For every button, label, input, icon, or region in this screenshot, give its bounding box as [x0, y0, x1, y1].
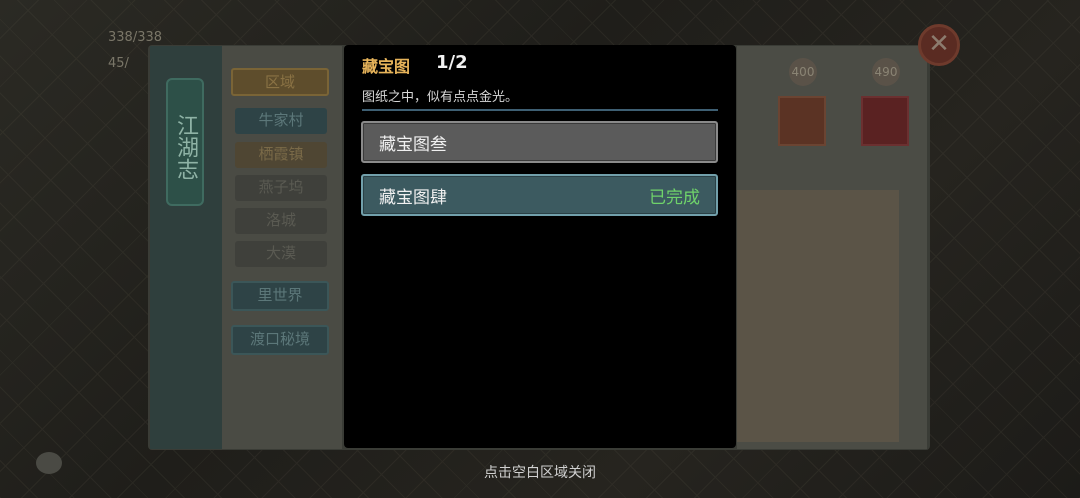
region-map	[737, 190, 899, 442]
dialog-divider	[362, 109, 718, 111]
hp-readout: 338/338	[108, 30, 163, 45]
entry-label: 藏宝图肆	[379, 187, 447, 208]
score-badge-1: 400	[789, 58, 817, 86]
region-header: 区域	[231, 68, 329, 96]
dialog-progress-count: 1/2	[436, 52, 468, 73]
dialog-description: 图纸之中，似有点点金光。	[362, 90, 519, 105]
region-item-damo[interactable]: 大漠	[235, 241, 327, 267]
region-item-qixiazhen[interactable]: 栖霞镇	[235, 142, 327, 168]
region-item-luocheng[interactable]: 洛城	[235, 208, 327, 234]
reward-card-check-icon[interactable]	[778, 96, 826, 146]
treasure-map-entry-4[interactable]: 藏宝图肆 已完成	[361, 174, 718, 216]
treasure-map-entry-3[interactable]: 藏宝图叁	[361, 121, 718, 163]
entry-label: 藏宝图叁	[379, 134, 447, 155]
region-item-yanziwu[interactable]: 燕子坞	[235, 175, 327, 201]
inner-world-button[interactable]: 里世界	[231, 281, 329, 311]
treasure-map-dialog	[344, 45, 736, 448]
journal-title: 江湖志	[166, 78, 204, 206]
reward-card-emblem-icon[interactable]	[861, 96, 909, 146]
dialog-title: 藏宝图	[362, 57, 411, 76]
ferry-secret-realm-button[interactable]: 渡口秘境	[231, 325, 329, 355]
close-icon[interactable]: ✕	[918, 24, 960, 66]
stamina-readout: 45/	[108, 56, 129, 71]
score-badge-2: 490	[872, 58, 900, 86]
entry-status-completed: 已完成	[649, 187, 700, 208]
region-item-niujiacun[interactable]: 牛家村	[235, 108, 327, 134]
tap-to-close-hint[interactable]: 点击空白区域关闭	[0, 462, 1080, 482]
